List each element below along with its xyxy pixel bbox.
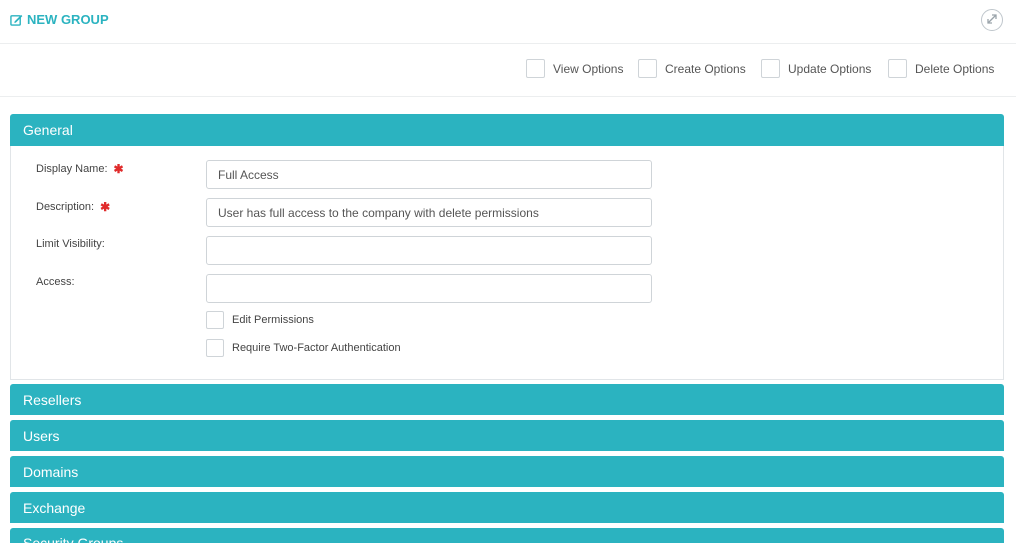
edit-permissions-label: Edit Permissions (232, 314, 314, 326)
panel-domains-title: Domains (23, 463, 79, 480)
panel-exchange-title: Exchange (23, 499, 86, 516)
required-icon: ✱ (100, 200, 111, 214)
two-factor-box[interactable] (206, 339, 224, 357)
update-options-checkbox[interactable]: Update Options (761, 59, 871, 78)
create-options-box[interactable] (638, 59, 657, 78)
two-factor-label: Require Two-Factor Authentication (232, 342, 401, 354)
panel-users-header[interactable]: Users (10, 420, 1004, 451)
page-title: NEW GROUP (10, 12, 109, 27)
panel-domains-header[interactable]: Domains (10, 456, 1004, 487)
edit-permissions-box[interactable] (206, 311, 224, 329)
edit-permissions-checkbox[interactable]: Edit Permissions (206, 311, 314, 329)
view-options-label: View Options (553, 61, 624, 76)
description-input[interactable]: User has full access to the company with… (206, 198, 652, 227)
create-options-checkbox[interactable]: Create Options (638, 59, 746, 78)
display-name-label: Display Name: ✱ (36, 162, 124, 176)
delete-options-box[interactable] (888, 59, 907, 78)
options-bar: View Options Create Options Update Optio… (0, 45, 1016, 97)
update-options-box[interactable] (761, 59, 780, 78)
panel-exchange-header[interactable]: Exchange (10, 492, 1004, 523)
access-label: Access: (36, 276, 75, 288)
panel-resellers-header[interactable]: Resellers (10, 384, 1004, 415)
panel-users-title: Users (23, 427, 60, 444)
expand-icon (986, 13, 998, 28)
display-name-input[interactable]: Full Access (206, 160, 652, 189)
two-factor-checkbox[interactable]: Require Two-Factor Authentication (206, 339, 401, 357)
view-options-box[interactable] (526, 59, 545, 78)
expand-button[interactable] (981, 9, 1003, 31)
page-title-text: NEW GROUP (27, 12, 109, 27)
description-label: Description: ✱ (36, 200, 111, 214)
edit-icon (10, 13, 23, 26)
panel-security-groups-title: Security Groups (23, 535, 124, 543)
delete-options-label: Delete Options (915, 61, 995, 76)
access-input[interactable] (206, 274, 652, 303)
limit-visibility-label: Limit Visibility: (36, 238, 105, 250)
panel-general-header[interactable]: General (10, 114, 1004, 146)
delete-options-checkbox[interactable]: Delete Options (888, 59, 994, 78)
view-options-checkbox[interactable]: View Options (526, 59, 623, 78)
panel-general-body: Display Name: ✱ Full Access Description:… (10, 146, 1004, 380)
update-options-label: Update Options (788, 61, 872, 76)
panel-resellers-title: Resellers (23, 391, 82, 408)
create-options-label: Create Options (665, 61, 746, 76)
required-icon: ✱ (113, 162, 124, 176)
panel-general-title: General (23, 122, 73, 138)
limit-visibility-input[interactable] (206, 236, 652, 265)
page-header: NEW GROUP (0, 0, 1016, 44)
panel-security-groups-header[interactable]: Security Groups (10, 528, 1004, 543)
